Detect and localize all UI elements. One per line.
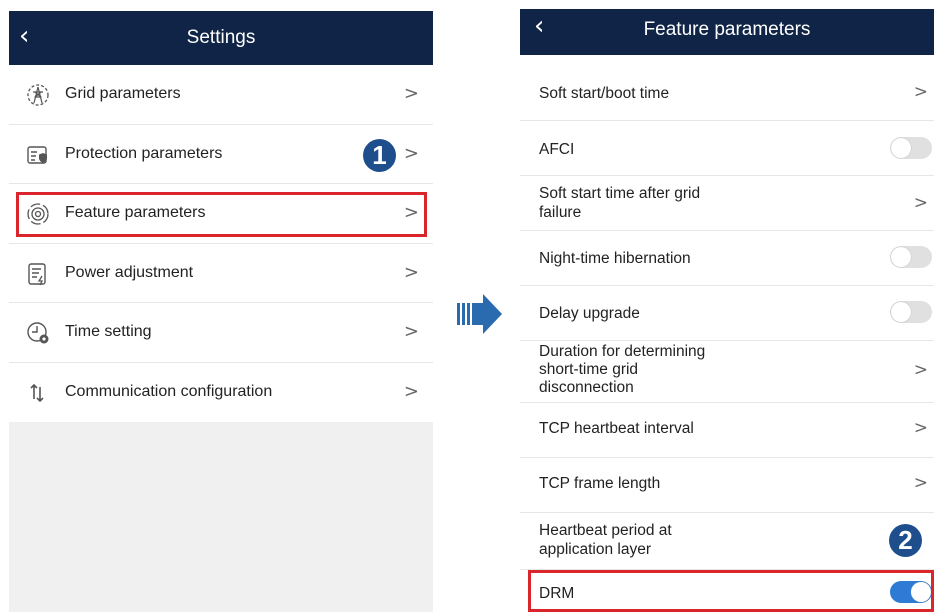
feature-item-soft-start-boot-time[interactable]: Soft start/boot time > [520,65,934,121]
feature-item-soft-start-after-grid-failure[interactable]: Soft start time after grid failure > [520,176,934,231]
communication-arrows-icon [30,383,44,402]
feature-item-label: Heartbeat period at application layer [539,522,672,558]
feature-item-label: TCP frame length [539,475,661,492]
power-adjust-icon [28,262,46,285]
chevron-right-icon: > [913,473,928,493]
feature-item-heartbeat-period[interactable]: Heartbeat period at application layer [520,513,934,570]
feature-item-tcp-heartbeat-interval[interactable]: TCP heartbeat interval > [520,403,934,458]
feature-item-label: AFCI [539,141,575,158]
feature-item-short-time-grid-disconnection[interactable]: Duration for determining short-time grid… [520,341,934,403]
settings-item-label: Communication configuration [65,382,273,400]
settings-item-time-setting[interactable]: Time setting > [9,303,433,363]
feature-item-afci: AFCI [520,121,934,176]
settings-item-label: Power adjustment [65,263,194,281]
toggle-knob [891,247,911,267]
feature-parameters-header: ‹ Feature parameters [520,9,934,55]
step-badge-1: 1 [363,139,396,172]
toggle-knob [891,302,911,322]
feature-item-label: Soft start time after grid failure [539,185,701,221]
settings-item-label: Protection parameters [65,144,223,162]
page-title: Settings [186,27,256,48]
settings-header: ‹ Settings [9,11,433,65]
afci-toggle[interactable] [890,137,932,159]
settings-item-communication-configuration[interactable]: Communication configuration > [9,363,433,423]
feature-item-label: Delay upgrade [539,305,640,322]
chevron-right-icon: > [403,83,419,104]
feature-item-delay-upgrade: Delay upgrade [520,286,934,341]
settings-list: Grid parameters > Protection parameters … [9,65,433,422]
chevron-right-icon: > [913,360,928,380]
feature-item-label: Soft start/boot time [539,85,670,102]
chevron-right-icon: > [913,82,928,102]
feature-item-night-time-hibernation: Night-time hibernation [520,231,934,286]
toggle-knob [891,138,911,158]
settings-screen: ‹ Settings Grid parameters > Protection … [9,11,433,612]
page-title: Feature parameters [643,19,811,40]
arrow-right-icon [457,294,502,334]
highlight-box-drm [528,570,934,612]
settings-item-power-adjustment[interactable]: Power adjustment > [9,244,433,303]
feature-item-label: TCP heartbeat interval [539,420,694,437]
delay-upgrade-toggle[interactable] [890,301,932,323]
night-hibernation-toggle[interactable] [890,246,932,268]
settings-item-label: Time setting [65,323,152,340]
clock-gear-icon [27,322,49,344]
chevron-right-icon: > [403,261,419,283]
feature-item-tcp-frame-length[interactable]: TCP frame length > [520,458,934,513]
protection-list-icon [27,145,47,164]
step-badge-2: 2 [889,524,922,557]
settings-item-grid-parameters[interactable]: Grid parameters > [9,65,433,125]
highlight-box-feature-parameters [16,192,427,237]
grid-tower-icon [27,84,49,106]
chevron-right-icon: > [913,418,928,438]
feature-item-label: Night-time hibernation [539,250,691,267]
chevron-right-icon: > [403,321,419,342]
chevron-right-icon: > [913,193,928,213]
feature-item-label: Duration for determining short-time grid… [539,343,706,396]
chevron-right-icon: > [403,142,419,164]
feature-parameters-screen: ‹ Feature parameters Soft start/boot tim… [520,9,934,612]
settings-item-label: Grid parameters [65,85,181,102]
chevron-right-icon: > [403,380,419,402]
